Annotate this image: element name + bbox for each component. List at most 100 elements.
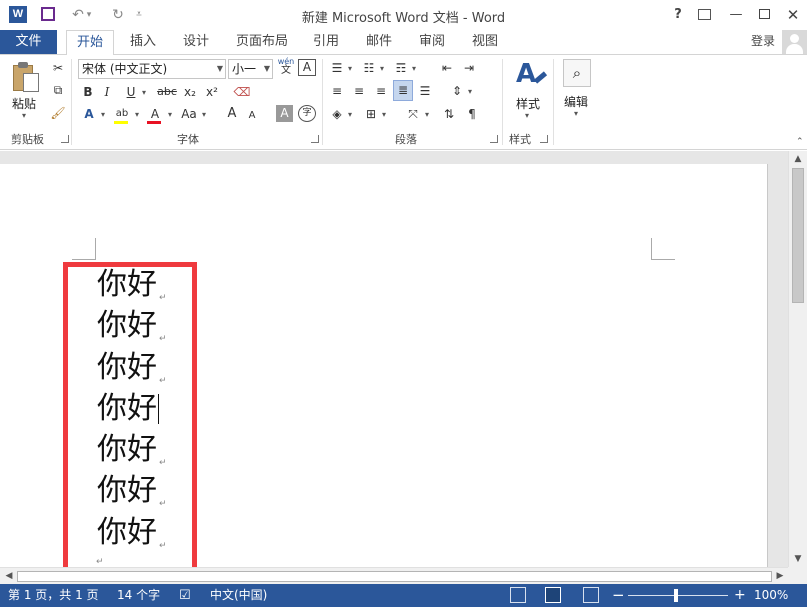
borders-icon[interactable]: ⊞ — [363, 105, 379, 123]
subscript-button[interactable]: x₂ — [181, 83, 199, 101]
font-name-combo[interactable]: 宋体 (中文正文) ▼ — [78, 59, 226, 79]
paste-dropdown-icon[interactable]: ▾ — [22, 111, 26, 120]
numbering-dropdown-icon[interactable]: ▾ — [378, 60, 386, 78]
character-border-icon[interactable]: A — [298, 59, 316, 76]
font-color-dropdown-icon[interactable]: ▾ — [166, 106, 174, 124]
underline-button[interactable]: U — [124, 83, 138, 101]
ribbon-options-icon[interactable] — [690, 4, 718, 26]
minimize-icon[interactable]: — — [722, 4, 750, 26]
borders-dropdown-icon[interactable]: ▾ — [380, 106, 388, 124]
sort-icon[interactable]: ⇅ — [441, 105, 457, 123]
change-case-dropdown-icon[interactable]: ▾ — [200, 106, 208, 124]
copy-icon[interactable]: ⧉ — [49, 81, 67, 99]
help-icon[interactable]: ? — [664, 4, 692, 26]
bullets-icon[interactable]: ☰ — [329, 59, 345, 77]
multilevel-list-dropdown-icon[interactable]: ▾ — [410, 60, 418, 78]
page-count[interactable]: 第 1 页，共 1 页 — [8, 584, 99, 607]
tab-view[interactable]: 视图 — [472, 30, 498, 54]
chinese-layout-icon[interactable]: ⤧ — [404, 105, 422, 123]
close-icon[interactable]: ✕ — [779, 4, 807, 26]
multilevel-list-icon[interactable]: ☶ — [393, 59, 409, 77]
tab-insert[interactable]: 插入 — [130, 30, 156, 54]
zoom-slider-knob[interactable] — [674, 589, 678, 602]
increase-indent-icon[interactable]: ⇥ — [461, 59, 477, 77]
align-left-icon[interactable]: ≡ — [329, 82, 345, 100]
styles-icon[interactable]: A — [514, 59, 548, 93]
tab-home[interactable]: 开始 — [66, 30, 115, 55]
decrease-indent-icon[interactable]: ⇤ — [439, 59, 455, 77]
zoom-slider[interactable] — [628, 595, 728, 596]
vertical-scroll-thumb[interactable] — [792, 168, 804, 303]
strikethrough-button[interactable]: abc — [156, 83, 178, 101]
shading-dropdown-icon[interactable]: ▾ — [346, 106, 354, 124]
word-count[interactable]: 14 个字 — [117, 584, 160, 607]
styles-dropdown-icon[interactable]: ▾ — [525, 111, 529, 120]
document-page[interactable]: 你好 ↵ 你好 ↵ 你好 ↵ 你好 你好 ↵ 你好 ↵ 你好 ↵ ↵ — [0, 164, 768, 567]
numbering-icon[interactable]: ☷ — [361, 59, 377, 77]
scroll-right-icon[interactable]: ▶ — [773, 568, 787, 584]
tab-mailings[interactable]: 邮件 — [366, 30, 392, 54]
show-marks-icon[interactable]: ¶ — [464, 105, 480, 123]
format-painter-icon[interactable]: 🖌 — [49, 104, 67, 122]
language-indicator[interactable]: 中文(中国) — [210, 584, 267, 607]
read-mode-icon[interactable] — [510, 587, 526, 603]
zoom-out-button[interactable]: − — [612, 584, 625, 607]
grow-font-button[interactable]: A — [224, 105, 240, 123]
maximize-icon[interactable] — [750, 4, 778, 26]
binoculars-icon[interactable]: ⌕ — [563, 59, 591, 87]
phonetic-guide-icon[interactable]: wén 文 — [277, 57, 295, 77]
login-link[interactable]: 登录 — [751, 30, 775, 52]
print-layout-icon[interactable] — [545, 587, 561, 603]
bold-button[interactable]: B — [80, 83, 96, 101]
highlight-dropdown-icon[interactable]: ▾ — [133, 106, 141, 124]
italic-button[interactable]: I — [100, 83, 114, 101]
zoom-level[interactable]: 100% — [754, 584, 788, 607]
proofing-icon[interactable]: ☑ — [179, 584, 191, 607]
avatar-icon[interactable] — [782, 30, 807, 54]
cut-icon[interactable]: ✂ — [49, 59, 67, 77]
paste-button[interactable]: 粘贴 — [12, 95, 36, 112]
text-effects-button[interactable]: A — [80, 105, 98, 123]
align-right-icon[interactable]: ≡ — [373, 82, 389, 100]
horizontal-scrollbar[interactable]: ◀ ▶ — [0, 567, 788, 584]
justify-icon[interactable]: ≣ — [393, 80, 413, 101]
underline-dropdown-icon[interactable]: ▾ — [140, 84, 148, 102]
web-layout-icon[interactable] — [583, 587, 599, 603]
tab-references[interactable]: 引用 — [313, 30, 339, 54]
shading-icon[interactable]: ◈ — [329, 105, 345, 123]
paste-icon[interactable] — [13, 61, 41, 93]
text-effects-dropdown-icon[interactable]: ▾ — [99, 106, 107, 124]
font-size-combo[interactable]: 小一 ▼ — [228, 59, 273, 79]
chinese-layout-dropdown-icon[interactable]: ▾ — [423, 106, 431, 124]
character-shading-button[interactable]: A — [276, 105, 293, 122]
scroll-left-icon[interactable]: ◀ — [2, 568, 16, 584]
scroll-up-icon[interactable]: ▲ — [789, 151, 807, 167]
tab-file[interactable]: 文件 — [0, 30, 57, 54]
shrink-font-button[interactable]: A — [245, 107, 259, 125]
line-spacing-icon[interactable]: ⇕ — [449, 82, 465, 100]
highlight-color-button[interactable]: ab — [113, 105, 131, 124]
bullets-dropdown-icon[interactable]: ▾ — [346, 60, 354, 78]
paragraph-launcher-icon[interactable] — [490, 135, 498, 143]
distributed-icon[interactable]: ☰ — [417, 82, 433, 100]
horizontal-scroll-thumb[interactable] — [17, 571, 772, 582]
tab-design[interactable]: 设计 — [183, 30, 209, 54]
center-icon[interactable]: ≡ — [351, 82, 367, 100]
line-spacing-dropdown-icon[interactable]: ▾ — [466, 83, 474, 101]
editing-button[interactable]: 编辑 — [564, 93, 588, 110]
styles-button[interactable]: 样式 — [516, 95, 540, 112]
enclose-characters-button[interactable]: 字 — [298, 105, 316, 122]
editing-dropdown-icon[interactable]: ▾ — [574, 109, 578, 118]
clear-formatting-icon[interactable]: ⌫ — [233, 83, 251, 101]
tab-review[interactable]: 审阅 — [419, 30, 445, 54]
tab-page-layout[interactable]: 页面布局 — [236, 30, 288, 54]
scroll-down-icon[interactable]: ▼ — [789, 551, 807, 567]
vertical-scrollbar[interactable]: ▲ ▼ — [788, 151, 807, 567]
superscript-button[interactable]: x² — [203, 83, 221, 101]
collapse-ribbon-icon[interactable]: ⌃ — [796, 137, 805, 147]
font-launcher-icon[interactable] — [311, 135, 319, 143]
font-color-button[interactable]: A — [146, 105, 164, 124]
styles-launcher-icon[interactable] — [540, 135, 548, 143]
zoom-in-button[interactable]: + — [734, 584, 746, 607]
clipboard-launcher-icon[interactable] — [61, 135, 69, 143]
